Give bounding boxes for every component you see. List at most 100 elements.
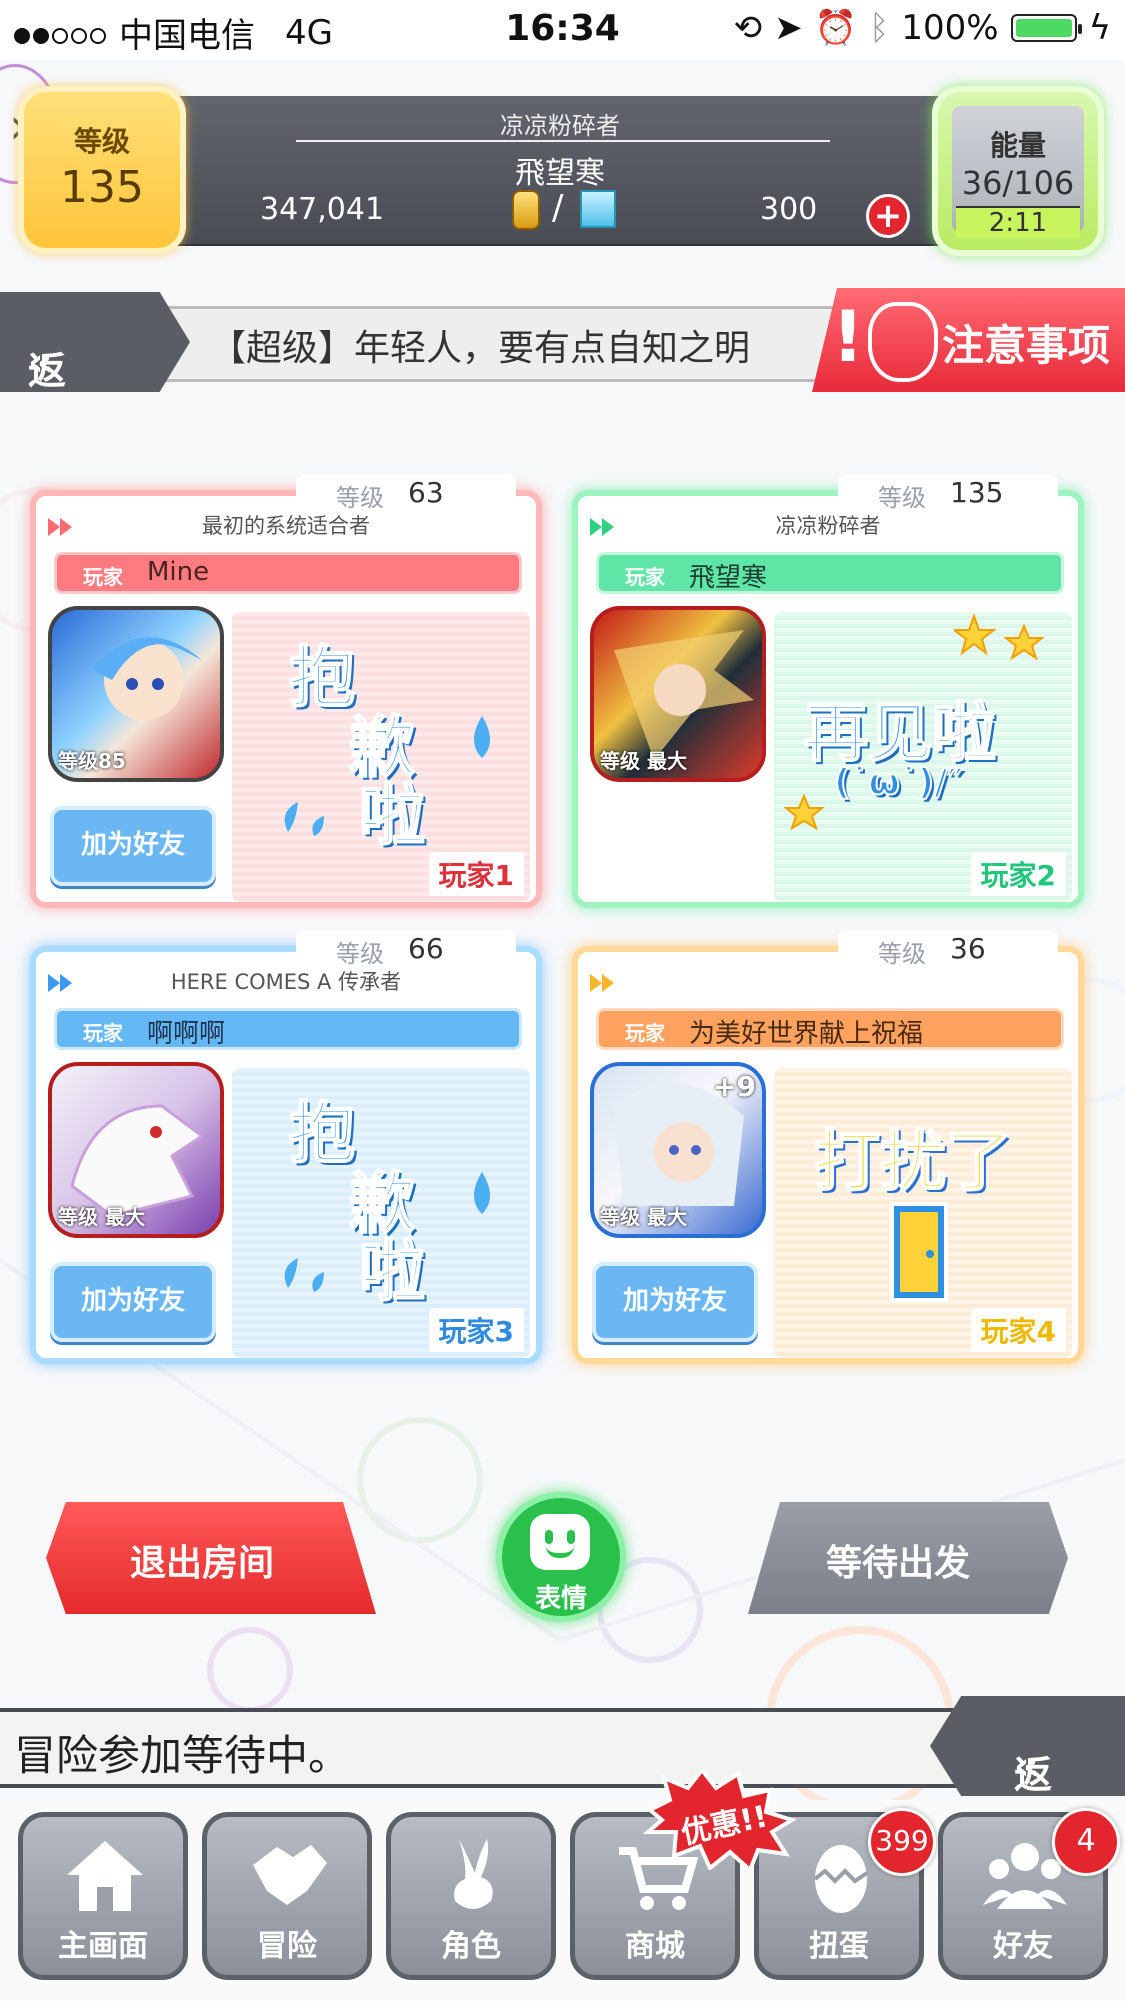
exit-room-label: 退出房间 [130, 1543, 275, 1584]
buy-gems-button[interactable]: + [866, 194, 910, 238]
level-label: 等级 [336, 484, 384, 512]
alarm-icon: ⏰ [814, 8, 857, 48]
player-tag: 玩家 [625, 565, 665, 589]
player-title: HERE COMES A 传承者 [170, 970, 402, 994]
battery-percent: 100% [901, 8, 999, 48]
player-title: 凉凉粉碎者 [775, 514, 881, 538]
door-icon [890, 1202, 948, 1302]
stamp-text: 打扰了 [813, 1122, 1013, 1201]
player-name-bar: 玩家 Mine [54, 552, 522, 594]
header-divider [296, 140, 830, 142]
water-drops-icon [284, 802, 324, 836]
energy-value: 36/106 [961, 164, 1075, 202]
level-label: 等级 [336, 940, 384, 968]
emote-label: 表情 [534, 1584, 587, 1614]
friends-count-badge: 4 [1052, 1808, 1120, 1876]
player-name: 为美好世界献上祝福 [689, 1019, 924, 1049]
level-value: 135 [950, 476, 1004, 509]
add-friend-button[interactable]: 加为好友 [592, 1262, 758, 1342]
character-avatar[interactable]: 等级 最大 [48, 1062, 224, 1238]
slot-label: 玩家1 [428, 852, 524, 896]
level-label: 等级 [878, 940, 926, 968]
player-name: Mine [147, 557, 210, 587]
avatar-plus: +9 [713, 1070, 756, 1103]
level-label: 等级 [73, 125, 130, 158]
level-value: 66 [408, 932, 444, 965]
tab-label: 好友 [993, 1929, 1053, 1964]
fast-forward-icon [590, 974, 614, 992]
avatar-level: 等级 最大 [600, 1205, 687, 1229]
location-arrow-icon: ➤ [774, 8, 803, 48]
water-drop-icon [474, 1172, 490, 1214]
rotation-lock-icon: ⟲ [733, 8, 763, 48]
handshake-icon [253, 1845, 327, 1905]
player-card-2: 等级 135 凉凉粉碎者 玩家 飛望寒 等级 最大 再见啦 (˙ω˙)/″ 玩家… [572, 474, 1084, 908]
stars-icon [954, 613, 1045, 661]
exclamation-icon: ! [832, 296, 864, 378]
stamp-face: (˙ω˙)/″ [833, 761, 964, 804]
waiting-label: 等待出发 [826, 1543, 971, 1584]
avatar-level: 等级 最大 [58, 1205, 145, 1229]
water-drop-icon [474, 716, 490, 758]
stamp-char: 啦 [358, 777, 426, 854]
energy-box[interactable]: 能量 36/106 2:11 [932, 86, 1104, 256]
notice-label: 注意事项 [942, 321, 1111, 370]
add-friend-button[interactable]: 加为好友 [50, 1262, 216, 1342]
add-friend-button[interactable]: 加为好友 [50, 806, 216, 886]
player-card-3: 等级 66 HERE COMES A 传承者 玩家 啊啊啊 等级 最大 加为好友… [30, 930, 542, 1364]
slot-label: 玩家2 [970, 852, 1066, 896]
slot-label: 玩家3 [428, 1308, 524, 1352]
stamp-text: 再见啦 [803, 696, 997, 772]
coin-icon [512, 190, 540, 230]
stamp-char: 抱 [288, 1095, 356, 1172]
player-name-bar: 玩家 啊啊啊 [54, 1008, 522, 1050]
player-tag: 玩家 [625, 1021, 665, 1045]
player-level-box: 等级 135 [18, 86, 186, 254]
exit-room-button[interactable]: 退出房间 [46, 1502, 376, 1614]
battery-icon [1010, 14, 1082, 42]
back-button-bottom[interactable]: « 返回 [930, 1696, 1125, 1796]
avatar-level: 等级 最大 [600, 749, 687, 773]
avatar-level: 等级85 [58, 749, 126, 773]
level-tab: 等级 36 [838, 930, 1058, 970]
level-tab: 等级 63 [296, 474, 516, 514]
tab-label: 商城 [625, 1929, 685, 1964]
tab-adventure[interactable]: 冒险 [202, 1812, 372, 1980]
level-label: 等级 [878, 484, 926, 512]
tab-label: 主画面 [58, 1929, 148, 1964]
player-name: 飛望寒 [515, 156, 605, 191]
player-card-4: 等级 36 玩家 为美好世界献上祝福 +9 等级 最大 加为好友 打扰了 玩家4 [572, 930, 1084, 1364]
stamp-char: 歉 [348, 1165, 416, 1242]
quest-title-bar: 【超级】年轻人，要有点自知之明 [150, 306, 840, 382]
back-button[interactable]: « 返回 [0, 292, 190, 392]
stamp-char: 歉 [348, 709, 416, 786]
player-name: 啊啊啊 [147, 1019, 226, 1049]
sale-badge[interactable]: 优惠!! [640, 1770, 800, 1870]
smiley-icon [530, 1514, 590, 1570]
player-name: 飛望寒 [689, 563, 768, 593]
coin-count: 347,041 [260, 192, 385, 227]
player-name-bar: 玩家 飛望寒 [596, 552, 1064, 594]
character-avatar[interactable]: 等级85 [48, 606, 224, 782]
slot-label: 玩家4 [970, 1308, 1066, 1352]
character-avatar[interactable]: +9 等级 最大 [590, 1062, 766, 1238]
stamp-char: 啦 [358, 1233, 426, 1310]
player-title: 最初的系统适合者 [202, 514, 370, 538]
bunny-icon [868, 302, 938, 382]
energy-timer: 2:11 [956, 206, 1080, 238]
tab-character[interactable]: 角色 [386, 1812, 556, 1980]
stamp-char: 抱 [288, 639, 356, 716]
status-bar: 中国电信 4G 16:34 ⟲ ➤ ⏰ ᛒ 100% ϟ [0, 0, 1125, 60]
tab-home[interactable]: 主画面 [18, 1812, 188, 1980]
home-icon [67, 1841, 143, 1911]
character-avatar[interactable]: 等级 最大 [590, 606, 766, 782]
waiting-button[interactable]: 等待出发 [748, 1502, 1068, 1614]
level-value: 36 [950, 932, 986, 965]
tab-label: 扭蛋 [809, 1929, 869, 1964]
water-drops-icon [284, 1258, 324, 1292]
notice-button[interactable]: ! 注意事项 [812, 288, 1125, 392]
level-value: 135 [60, 162, 144, 213]
gem-count: 300 [760, 192, 818, 227]
bunny-icon [454, 1839, 493, 1909]
emote-button[interactable]: 表情 [496, 1492, 626, 1622]
